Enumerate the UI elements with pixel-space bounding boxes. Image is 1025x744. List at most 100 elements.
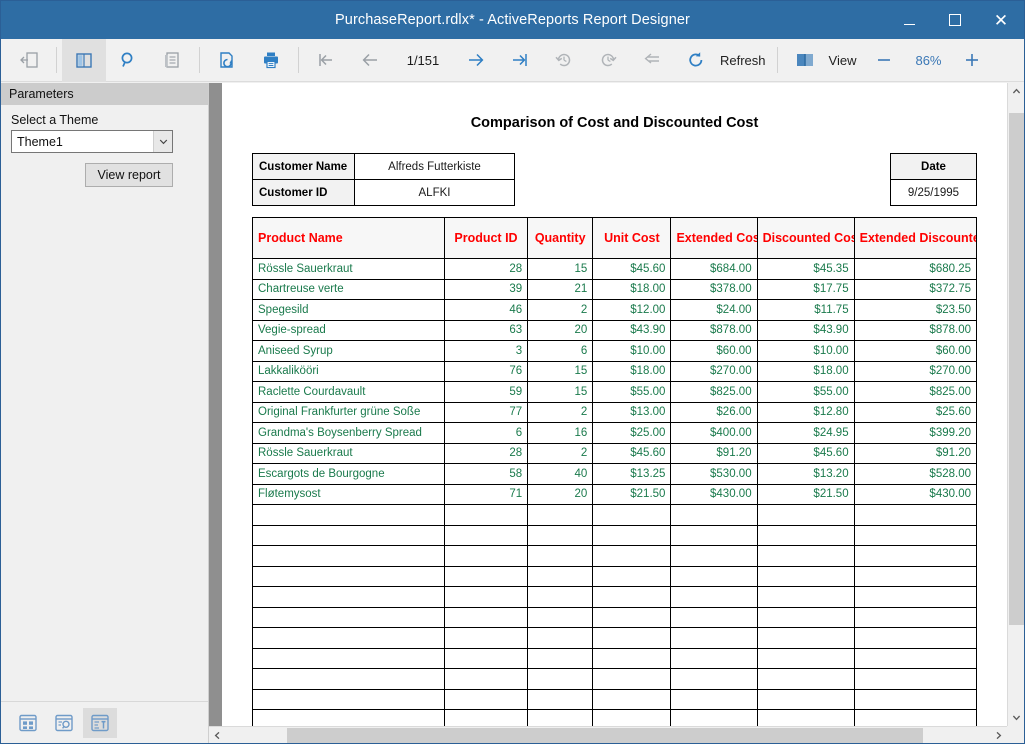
page-indicator[interactable]: 1/151: [392, 53, 454, 68]
sidebar-toggle-button[interactable]: [62, 38, 106, 82]
table-cell-empty: [756, 709, 855, 726]
continuous-page-button[interactable]: [205, 39, 249, 82]
print-button[interactable]: [249, 39, 293, 82]
previous-page-button[interactable]: [348, 39, 392, 82]
column-header-product-name[interactable]: Product Name: [252, 217, 445, 259]
column-header-quantity[interactable]: Quantity: [527, 217, 594, 259]
column-header-unit-cost[interactable]: Unit Cost: [592, 217, 672, 259]
next-page-icon: [464, 49, 488, 71]
date-header: Date: [890, 153, 977, 180]
maximize-button[interactable]: [932, 1, 978, 39]
scroll-right-button[interactable]: [990, 727, 1007, 743]
column-header-extended-cost[interactable]: Extended Cost: [670, 217, 758, 259]
table-row-empty: [252, 504, 978, 526]
table-cell-empty: [756, 688, 855, 710]
search-panel-button[interactable]: [47, 708, 81, 738]
table-cell-empty: [443, 504, 529, 526]
minimize-button[interactable]: [886, 1, 932, 39]
theme-select[interactable]: Theme1: [11, 130, 173, 153]
toolbar-separator: [199, 47, 200, 73]
history-back-icon: [553, 49, 575, 71]
column-header-discounted-cost[interactable]: Discounted Cost: [756, 217, 855, 259]
thumbnails-panel-button[interactable]: [11, 708, 45, 738]
back-to-parent-button[interactable]: [630, 39, 674, 82]
table-cell-empty: [252, 545, 445, 567]
table-cell: 15: [527, 360, 594, 382]
table-of-contents-button[interactable]: [150, 39, 194, 82]
table-row: Chartreuse verte 39 21 $18.00 $378.00 $17.75 $…: [252, 278, 978, 300]
table-cell: Raclette Courdavault: [252, 381, 445, 403]
previous-page-icon: [358, 49, 382, 71]
next-page-button[interactable]: [454, 39, 498, 82]
main-body: Parameters Select a Theme Theme1 View re…: [1, 83, 1024, 743]
first-page-button[interactable]: [304, 39, 348, 82]
customer-name-row: Customer Name Alfreds Futterkiste: [252, 153, 515, 180]
table-cell: 15: [527, 381, 594, 403]
table-cell-empty: [443, 586, 529, 608]
scroll-down-button[interactable]: [1008, 709, 1024, 726]
table-cell-empty: [853, 627, 978, 649]
print-icon: [260, 49, 282, 71]
back-document-button[interactable]: [7, 39, 51, 82]
table-cell: $60.00: [670, 340, 758, 362]
customer-name-value: Alfreds Futterkiste: [354, 153, 515, 180]
horizontal-scroll-thumb[interactable]: [287, 728, 923, 743]
table-cell-empty: [592, 709, 672, 726]
vertical-scroll-thumb[interactable]: [1009, 113, 1024, 625]
table-row: Fløtemysost 71 20 $21.50 $430.00 $21.50 $430.0…: [252, 483, 978, 505]
table-cell-empty: [853, 586, 978, 608]
first-page-icon: [314, 49, 338, 71]
book-view-icon: [793, 49, 817, 71]
table-cell-empty: [756, 606, 855, 628]
table-cell-empty: [252, 606, 445, 628]
close-button[interactable]: ✕: [978, 1, 1024, 39]
view-report-button[interactable]: View report: [85, 163, 173, 187]
zoom-in-button[interactable]: [950, 39, 994, 82]
column-header-extended-discounted[interactable]: Extended Discounted: [853, 217, 978, 259]
table-cell-empty: [670, 524, 758, 546]
view-button[interactable]: [783, 39, 827, 82]
table-cell: Original Frankfurter grüne Soße: [252, 401, 445, 423]
scroll-up-button[interactable]: [1008, 83, 1024, 100]
table-cell: 46: [443, 299, 529, 321]
table-cell-empty: [527, 647, 594, 669]
table-cell-empty: [853, 565, 978, 587]
table-cell: $25.60: [853, 401, 978, 423]
table-cell-empty: [252, 586, 445, 608]
table-cell: Rössle Sauerkraut: [252, 258, 445, 280]
view-label[interactable]: View: [827, 53, 863, 68]
table-row-empty: [252, 668, 978, 690]
toolbar-separator: [298, 47, 299, 73]
table-row-empty: [252, 524, 978, 546]
table-cell: Spegesild: [252, 299, 445, 321]
table-cell-empty: [670, 709, 758, 726]
zoom-out-button[interactable]: [862, 39, 906, 82]
table-cell: 58: [443, 463, 529, 485]
table-cell: 6: [443, 422, 529, 444]
parameters-panel-button[interactable]: [83, 707, 117, 738]
search-button[interactable]: [106, 39, 150, 82]
zoom-level[interactable]: 86%: [906, 53, 950, 68]
last-page-button[interactable]: [498, 39, 542, 82]
horizontal-scrollbar[interactable]: [209, 726, 1007, 743]
refresh-button[interactable]: [674, 39, 718, 82]
table-cell-empty: [670, 565, 758, 587]
history-forward-button[interactable]: [586, 39, 630, 82]
table-row: Rössle Sauerkraut 28 15 $45.60 $684.00 $45.35…: [252, 258, 978, 280]
table-cell-empty: [592, 524, 672, 546]
table-cell-empty: [756, 545, 855, 567]
table-cell: $372.75: [853, 278, 978, 300]
scroll-left-button[interactable]: [209, 727, 226, 743]
table-cell: $24.00: [670, 299, 758, 321]
vertical-scrollbar[interactable]: [1007, 83, 1024, 726]
table-cell: $26.00: [670, 401, 758, 423]
customer-name-label: Customer Name: [252, 153, 355, 180]
table-cell: $25.00: [592, 422, 672, 444]
panel-header: Parameters: [1, 83, 208, 105]
table-header-row: Product Name Product ID Quantity Unit Co…: [252, 217, 978, 259]
column-header-product-id[interactable]: Product ID: [443, 217, 529, 259]
table-cell-empty: [527, 524, 594, 546]
history-back-button[interactable]: [542, 39, 586, 82]
refresh-label[interactable]: Refresh: [718, 53, 772, 68]
table-cell-empty: [853, 545, 978, 567]
